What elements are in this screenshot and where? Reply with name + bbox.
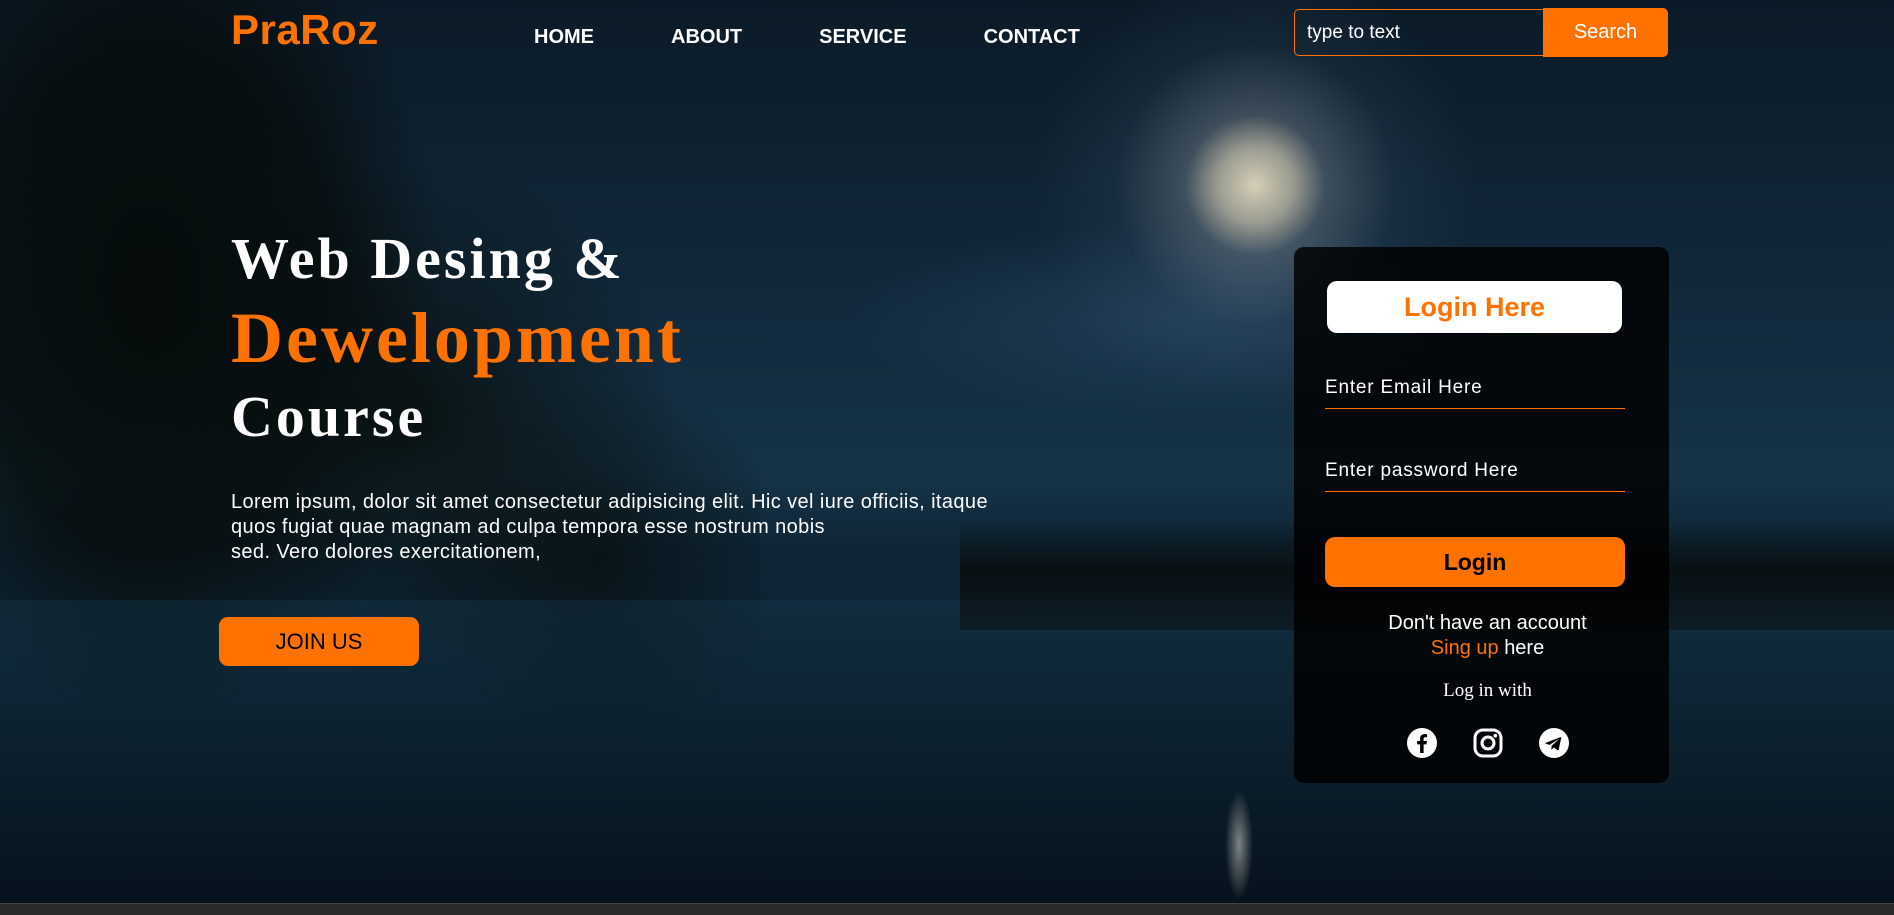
join-us-button[interactable]: JOIN US <box>219 617 419 666</box>
main-nav: HOME ABOUT SERVICE CONTACT <box>534 26 1157 49</box>
hero-paragraph-line1: Lorem ipsum, dolor sit amet consectetur … <box>231 491 988 513</box>
social-login-icons <box>1294 727 1669 759</box>
nav-item-contact[interactable]: CONTACT <box>984 26 1080 49</box>
telegram-icon[interactable] <box>1538 727 1570 759</box>
nav-item-service[interactable]: SERVICE <box>819 26 906 49</box>
password-field[interactable] <box>1325 451 1625 492</box>
search-input[interactable] <box>1294 9 1543 56</box>
login-with-label: Log in with <box>1443 680 1532 701</box>
signup-prompt: Don't have an account Sing up here <box>1294 611 1669 661</box>
facebook-icon[interactable] <box>1406 727 1438 759</box>
login-button[interactable]: Login <box>1325 537 1625 587</box>
hero-title-line1: Web Desing & <box>231 226 625 291</box>
hero-paragraph-line2: quos fugiat quae magnam ad culpa tempora… <box>231 516 825 538</box>
hero-title: Web Desing & Dewelopment Course <box>231 220 684 456</box>
search-button[interactable]: Search <box>1543 8 1668 57</box>
login-card: Login Here Login Don't have an account S… <box>1294 247 1669 783</box>
nav-item-about[interactable]: ABOUT <box>671 26 742 49</box>
hero-paragraph-line3: sed. Vero dolores exercitationem, <box>231 541 542 563</box>
signup-suffix: here <box>1504 637 1545 659</box>
nav-item-home[interactable]: HOME <box>534 26 594 49</box>
email-field[interactable] <box>1325 368 1625 409</box>
taskbar-strip <box>0 903 1894 915</box>
instagram-icon[interactable] <box>1472 727 1504 759</box>
search-bar: Search <box>1294 8 1668 58</box>
signup-line: Sing up here <box>1306 636 1669 661</box>
hero-title-line2: Dewelopment <box>231 298 684 378</box>
hero-paragraph: Lorem ipsum, dolor sit amet consectetur … <box>231 490 1101 565</box>
no-account-text: Don't have an account <box>1388 612 1587 634</box>
brand-logo[interactable]: PraRoz <box>231 6 379 54</box>
login-card-title: Login Here <box>1327 281 1622 333</box>
hero-title-line3: Course <box>231 384 427 449</box>
signup-link[interactable]: Sing up <box>1431 637 1499 659</box>
background-moon-reflection <box>1225 790 1253 900</box>
